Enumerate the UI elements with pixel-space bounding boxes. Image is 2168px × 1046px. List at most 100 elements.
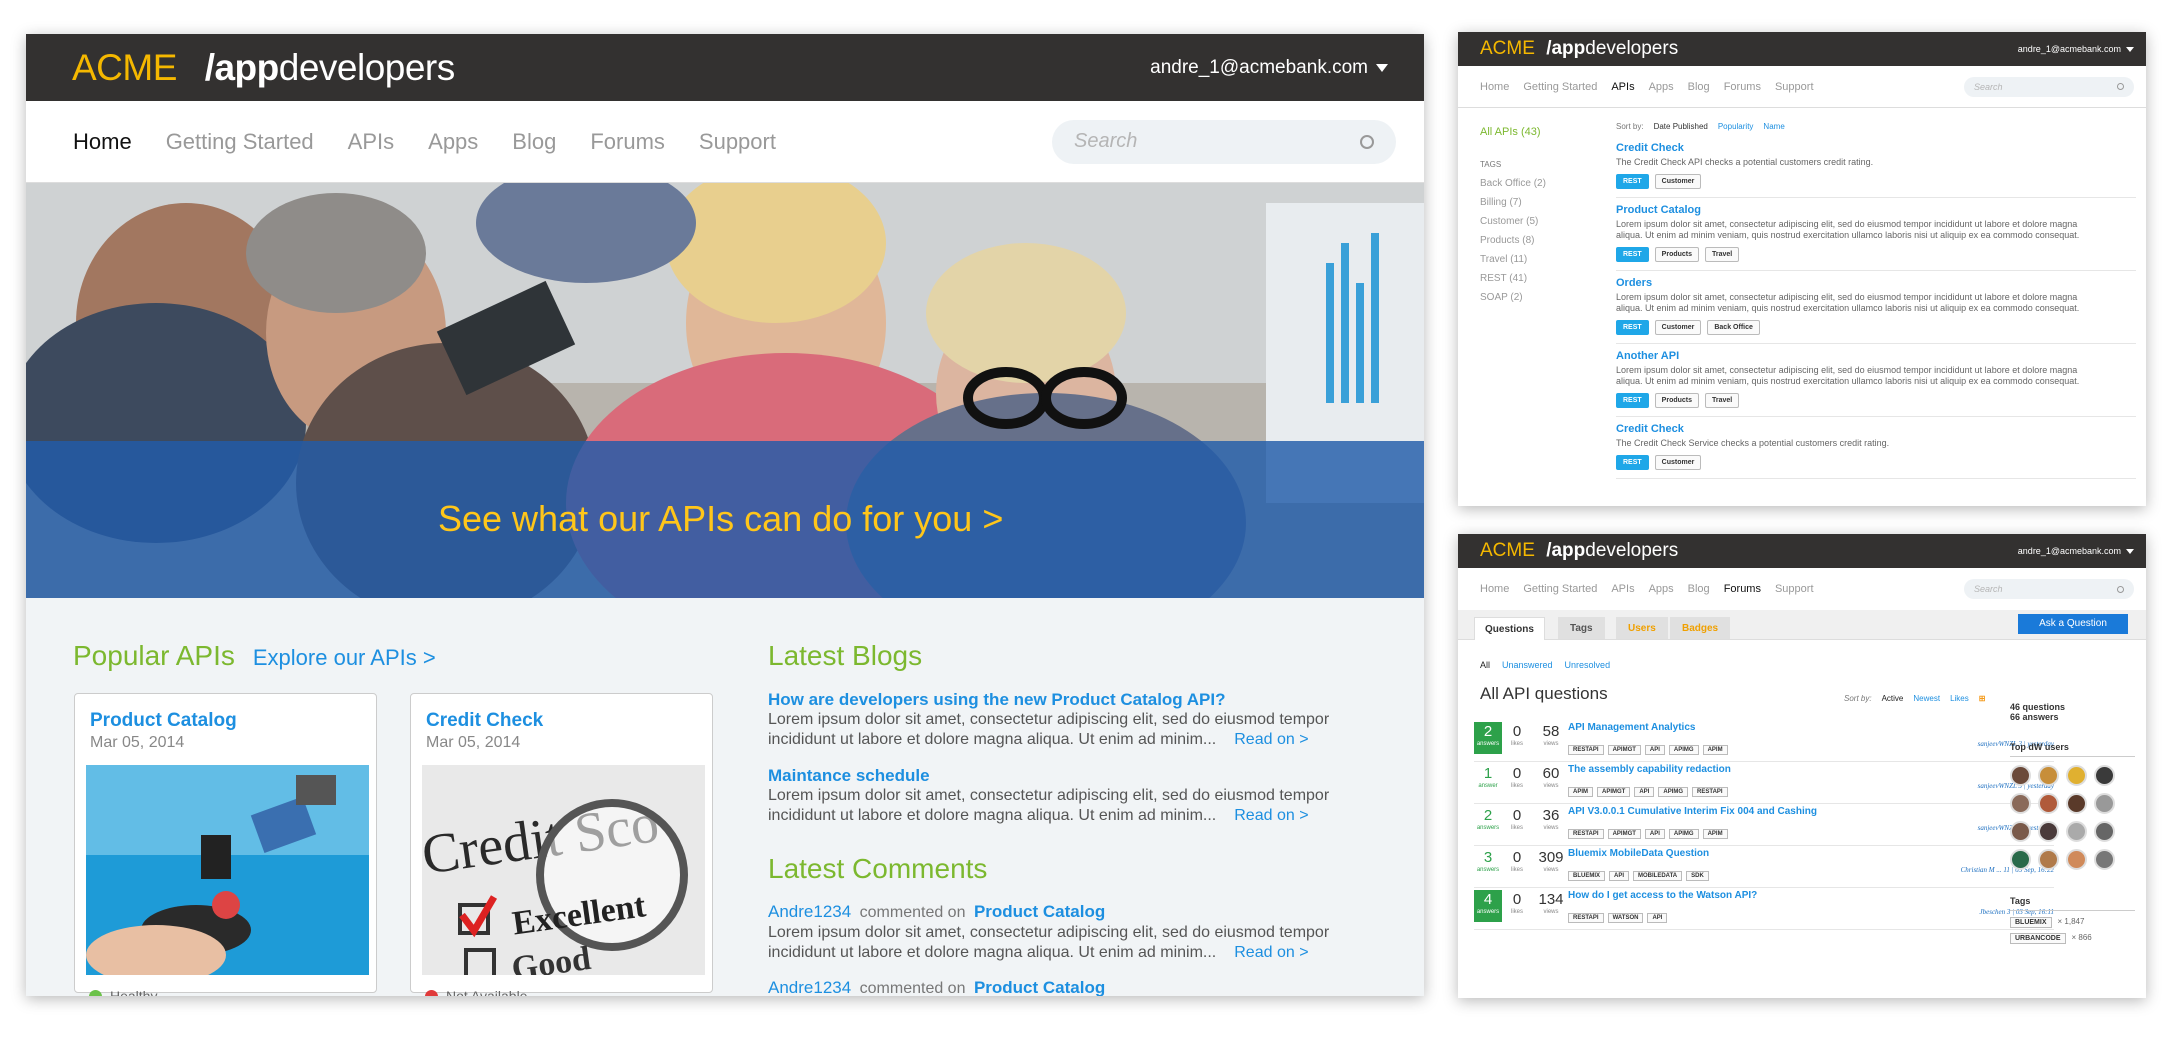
filter-unresolved[interactable]: Unresolved [1565,660,1611,670]
nav-home[interactable]: Home [73,129,132,155]
hero-banner[interactable]: See what our APIs can do for you > [26,183,1424,598]
question-title-link[interactable]: API V3.0.0.1 Cumulative Interim Fix 004 … [1568,806,1817,817]
tab-tags[interactable]: Tags [1558,617,1605,639]
api-tag-chip[interactable]: REST [1616,455,1649,470]
read-on-link[interactable]: Read on > [1234,807,1308,824]
api-card[interactable]: Product Catalog Mar 05, 2014 Healthy [74,693,377,996]
user-menu[interactable]: andre_1@acmebank.com [2018,546,2134,556]
avatar[interactable] [2066,849,2087,870]
logo[interactable]: ACME /appdevelopers [1480,38,1678,60]
api-tag-chip[interactable]: Back Office [1707,320,1760,335]
api-tag-chip[interactable]: Customer [1654,320,1702,335]
filter-all[interactable]: All [1480,660,1490,670]
question-tag-chip[interactable]: APIM [1702,745,1728,755]
avatar[interactable] [2010,765,2031,786]
nav-apps[interactable]: Apps [1649,81,1674,93]
api-tag-chip[interactable]: REST [1616,393,1649,408]
search-icon[interactable] [2117,585,2124,593]
search-icon[interactable] [1360,134,1374,149]
nav-blog[interactable]: Blog [1688,583,1710,595]
avatar[interactable] [2066,821,2087,842]
api-tag-chip[interactable]: Customer [1654,455,1702,470]
api-title-link[interactable]: Another API [1616,351,2136,362]
user-menu[interactable]: andre_1@acmebank.com [2018,44,2134,54]
question-tag-chip[interactable]: API [1609,871,1630,881]
rss-icon[interactable]: ⊞ [1979,694,1986,703]
question-tag-chip[interactable]: API [1634,787,1655,797]
ask-question-button[interactable]: Ask a Question [2018,614,2128,634]
api-tag-chip[interactable]: Products [1654,247,1700,262]
read-on-link[interactable]: Read on > [1234,731,1308,748]
question-tag-chip[interactable]: API [1644,829,1665,839]
user-menu[interactable]: andre_1@acmebank.com [1150,57,1388,79]
avatar[interactable] [2066,765,2087,786]
avatar[interactable] [2038,849,2059,870]
avatar[interactable] [2094,821,2115,842]
question-tag-chip[interactable]: API [1647,913,1668,923]
read-on-link[interactable]: Read on > [1234,944,1308,961]
avatar[interactable] [2038,821,2059,842]
nav-apis[interactable]: APIs [348,129,394,155]
tab-users[interactable]: Users [1616,617,1668,639]
api-card-title[interactable]: Credit Check [426,710,712,732]
search-input[interactable]: Search [1964,76,2134,97]
question-tag-chip[interactable]: RESTAPI [1568,745,1604,755]
question-tag-chip[interactable]: MOBILEDATA [1633,871,1683,881]
sort-likes[interactable]: Likes [1950,694,1969,703]
side-tag[interactable]: URBANCODE [2010,933,2066,944]
nav-forums[interactable]: Forums [1724,583,1761,595]
side-tag[interactable]: BLUEMIX [2010,917,2052,928]
avatar[interactable] [2010,793,2031,814]
nav-forums[interactable]: Forums [1724,81,1761,93]
nav-apps[interactable]: Apps [1649,583,1674,595]
api-tag-chip[interactable]: REST [1616,320,1649,335]
question-tag-chip[interactable]: APIM [1568,787,1593,797]
nav-home[interactable]: Home [1480,81,1509,93]
api-tag-chip[interactable]: Products [1654,393,1700,408]
nav-getting-started[interactable]: Getting Started [1523,81,1597,93]
sort-newest[interactable]: Newest [1913,694,1940,703]
api-tag-chip[interactable]: Customer [1654,174,1702,189]
logo[interactable]: ACME /appdevelopers [72,47,455,89]
search-input[interactable]: Search [1964,579,2134,599]
nav-apps[interactable]: Apps [428,129,478,155]
explore-apis-link[interactable]: Explore our APIs > [253,645,436,671]
tag-link[interactable]: Billing (7) [1480,197,1600,208]
question-tag-chip[interactable]: APIMG [1668,829,1699,839]
comment-target-link[interactable]: Product Catalog [974,978,1105,996]
comment-user-link[interactable]: Andre1234 [768,902,851,921]
tag-link[interactable]: Travel (11) [1480,254,1600,265]
question-title-link[interactable]: The assembly capability redaction [1568,764,1731,775]
avatar[interactable] [2094,849,2115,870]
comment-user-link[interactable]: Andre1234 [768,978,851,996]
avatar[interactable] [2094,793,2115,814]
tab-questions[interactable]: Questions [1474,617,1545,640]
question-tag-chip[interactable]: WATSON [1607,913,1644,923]
nav-apis[interactable]: APIs [1611,583,1634,595]
question-title-link[interactable]: API Management Analytics [1568,722,1695,733]
avatar[interactable] [2094,765,2115,786]
question-tag-chip[interactable]: API [1644,745,1665,755]
avatar[interactable] [2038,765,2059,786]
question-tag-chip[interactable]: APIMG [1668,745,1699,755]
api-title-link[interactable]: Orders [1616,278,2136,289]
nav-support[interactable]: Support [1775,583,1814,595]
nav-blog[interactable]: Blog [512,129,556,155]
api-tag-chip[interactable]: REST [1616,247,1649,262]
nav-home[interactable]: Home [1480,583,1509,595]
nav-apis[interactable]: APIs [1611,81,1634,93]
api-title-link[interactable]: Product Catalog [1616,205,2136,216]
avatar[interactable] [2038,793,2059,814]
question-title-link[interactable]: How do I get access to the Watson API? [1568,890,1757,901]
api-title-link[interactable]: Credit Check [1616,143,2136,154]
api-tag-chip[interactable]: Travel [1705,247,1740,262]
api-tag-chip[interactable]: REST [1616,174,1649,189]
nav-getting-started[interactable]: Getting Started [1523,583,1597,595]
question-tag-chip[interactable]: RESTAPI [1568,829,1604,839]
api-card-title[interactable]: Product Catalog [90,710,376,732]
question-tag-chip[interactable]: RESTAPI [1568,913,1604,923]
sort-date[interactable]: Date Published [1654,122,1708,131]
tag-link[interactable]: Products (8) [1480,235,1600,246]
nav-support[interactable]: Support [1775,81,1814,93]
question-tag-chip[interactable]: SDK [1686,871,1709,881]
